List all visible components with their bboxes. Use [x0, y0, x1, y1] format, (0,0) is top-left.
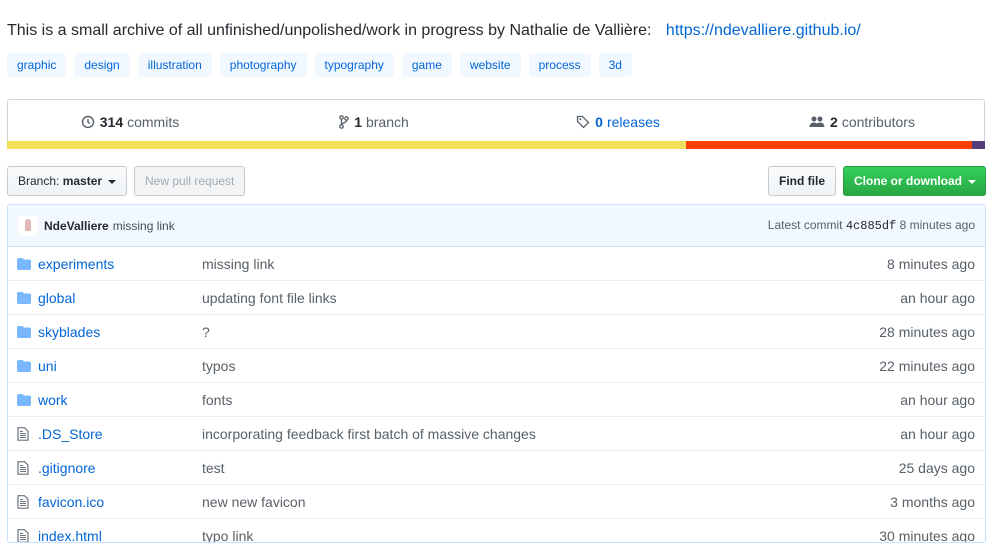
branches-link[interactable]: 1 branch	[252, 100, 496, 143]
topic-tag[interactable]: illustration	[137, 53, 212, 77]
file-row: .gitignore test 25 days ago	[8, 450, 985, 484]
file-commit-message[interactable]: typo link	[202, 528, 253, 543]
file-row: index.html typo link 30 minutes ago	[8, 518, 985, 543]
folder-icon	[17, 359, 33, 372]
topic-tag[interactable]: process	[528, 53, 591, 77]
releases-count: 0	[595, 113, 603, 130]
file-age: 3 months ago	[890, 493, 975, 510]
folder-icon	[17, 393, 33, 406]
commit-age: 8 minutes ago	[899, 218, 975, 232]
file-name-link[interactable]: skyblades	[38, 324, 202, 340]
branch-label: Branch:	[18, 174, 60, 188]
file-name-link[interactable]: .DS_Store	[38, 426, 202, 442]
file-name-link[interactable]: favicon.ico	[38, 494, 202, 510]
file-list: experiments missing link 8 minutes ago glob…	[8, 247, 985, 543]
topic-tag[interactable]: website	[459, 53, 521, 77]
history-icon	[81, 115, 95, 129]
file-row: uni typos 22 minutes ago	[8, 348, 985, 382]
file-commit-message[interactable]: incorporating feedback first batch of ma…	[202, 426, 536, 442]
language-segment[interactable]	[972, 141, 985, 149]
avatar[interactable]	[18, 215, 38, 236]
file-age: 25 days ago	[898, 459, 975, 476]
caret-down-icon	[968, 179, 977, 184]
file-age: 8 minutes ago	[887, 255, 975, 272]
releases-link[interactable]: 0 releases	[496, 100, 740, 143]
clone-label: Clone or download	[854, 174, 962, 188]
branches-count: 1	[354, 113, 362, 130]
language-segment[interactable]	[685, 141, 973, 149]
topic-tag[interactable]: photography	[219, 53, 307, 77]
file-row: global updating font file links an hour ag…	[8, 280, 985, 314]
file-commit-message[interactable]: new new favicon	[202, 494, 306, 510]
contributors-label: contributors	[841, 113, 915, 130]
file-commit-message[interactable]: missing link	[202, 256, 274, 272]
latest-commit-label: Latest commit	[767, 218, 843, 232]
find-file-button[interactable]: Find file	[768, 166, 836, 196]
folder-icon	[17, 257, 33, 270]
file-icon	[17, 426, 33, 441]
file-row: work fonts an hour ago	[8, 382, 985, 416]
commits-count: 314	[99, 113, 124, 130]
branch-select-button[interactable]: Branch: master	[7, 166, 128, 196]
folder-icon	[17, 325, 33, 338]
latest-commit-info: Latest commit 4c885df 8 minutes ago	[768, 218, 975, 233]
tag-icon	[576, 115, 590, 129]
new-pull-request-button[interactable]: New pull request	[134, 166, 246, 196]
language-segment[interactable]	[7, 141, 686, 149]
clone-or-download-button[interactable]: Clone or download	[843, 166, 986, 196]
branch-value: master	[62, 174, 103, 188]
topic-tag[interactable]: design	[74, 53, 130, 77]
file-age: 22 minutes ago	[879, 357, 975, 374]
topic-list: graphic design illustration photography …	[7, 53, 632, 77]
folder-icon	[17, 291, 33, 304]
releases-label: releases	[606, 113, 660, 130]
file-commit-message[interactable]: updating font file links	[202, 290, 337, 306]
file-age: an hour ago	[900, 289, 975, 306]
people-icon	[809, 115, 825, 129]
file-row: experiments missing link 8 minutes ago	[8, 247, 985, 280]
file-age: 28 minutes ago	[879, 323, 975, 340]
file-navigation: NdeValliere missing link Latest commit 4…	[7, 204, 986, 543]
caret-down-icon	[108, 179, 117, 184]
file-name-link[interactable]: .gitignore	[38, 460, 202, 476]
contributors-count: 2	[830, 113, 838, 130]
file-commit-message[interactable]: ?	[202, 324, 210, 340]
latest-commit-bar: NdeValliere missing link Latest commit 4…	[8, 205, 985, 247]
topic-tag[interactable]: game	[401, 53, 452, 77]
contributors-link[interactable]: 2 contributors	[740, 100, 984, 143]
file-commit-message[interactable]: test	[202, 460, 225, 476]
file-commit-message[interactable]: fonts	[202, 392, 232, 408]
file-icon	[17, 528, 33, 542]
file-age: an hour ago	[900, 425, 975, 442]
commit-message[interactable]: missing link	[113, 219, 175, 233]
file-name-link[interactable]: uni	[38, 358, 202, 374]
commit-author[interactable]: NdeValliere	[44, 219, 109, 233]
file-name-link[interactable]: global	[38, 290, 202, 306]
file-name-link[interactable]: experiments	[38, 256, 202, 272]
branches-label: branch	[365, 113, 409, 130]
file-name-link[interactable]: index.html	[38, 528, 202, 543]
file-commit-message[interactable]: typos	[202, 358, 235, 374]
repo-description: This is a small archive of all unfinishe…	[7, 22, 861, 40]
commit-sha[interactable]: 4c885df	[846, 219, 896, 233]
description-text: This is a small archive of all unfinishe…	[7, 22, 652, 39]
commits-link[interactable]: 314 commits	[8, 100, 252, 143]
topic-tag[interactable]: 3d	[598, 53, 632, 77]
topic-tag[interactable]: graphic	[7, 53, 67, 77]
file-row: .DS_Store incorporating feedback first ba…	[8, 416, 985, 450]
file-row: skyblades? 28 minutes ago	[8, 314, 985, 348]
file-name-link[interactable]: work	[38, 392, 202, 408]
language-bar[interactable]	[7, 141, 985, 149]
file-row: favicon.ico new new favicon 3 months ago	[8, 484, 985, 518]
file-age: an hour ago	[900, 391, 975, 408]
commits-label: commits	[127, 113, 180, 130]
file-icon	[17, 494, 33, 509]
git-branch-icon	[339, 114, 350, 129]
topic-tag[interactable]: typography	[314, 53, 394, 77]
homepage-link[interactable]: https://ndevalliere.github.io/	[666, 22, 861, 39]
file-icon	[17, 460, 33, 475]
file-age: 30 minutes ago	[879, 527, 975, 543]
